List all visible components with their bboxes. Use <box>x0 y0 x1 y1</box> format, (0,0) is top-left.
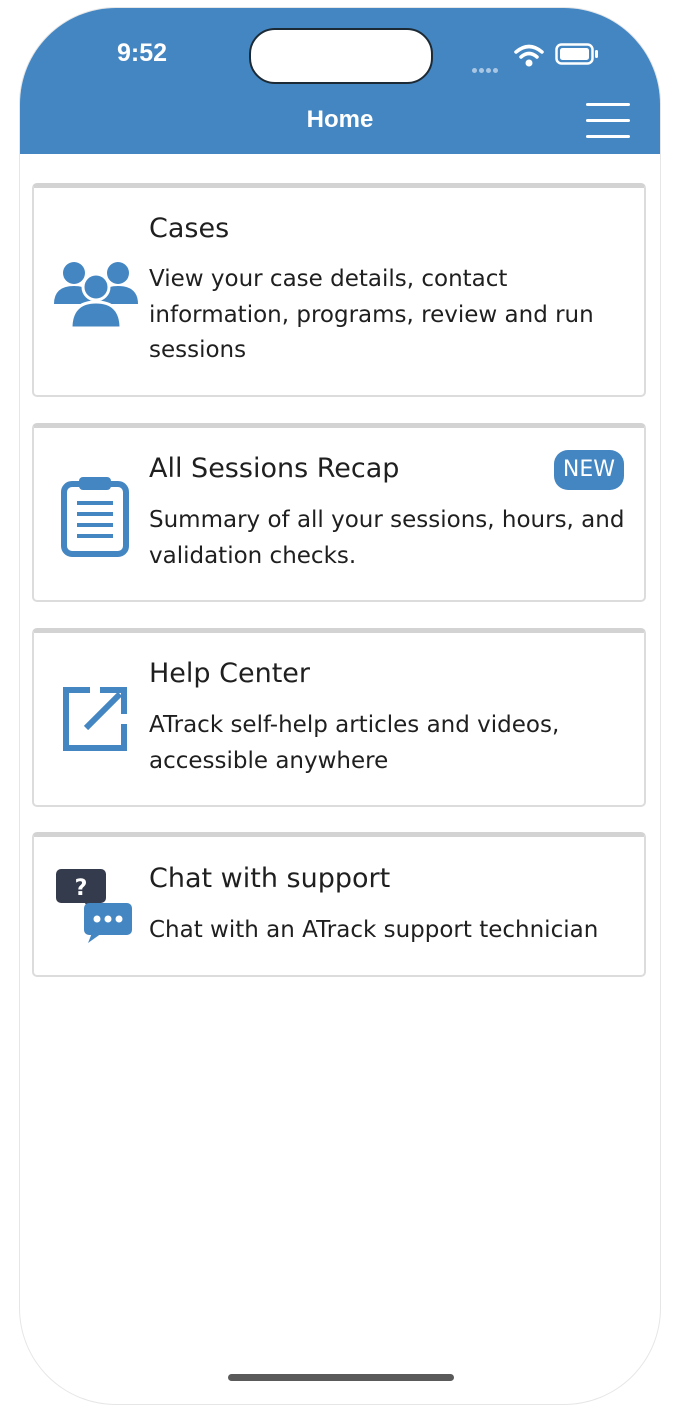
new-badge: NEW <box>553 450 624 490</box>
cases-card[interactable]: Cases View your case details, contact in… <box>32 183 646 397</box>
card-title: All Sessions Recap <box>149 453 400 484</box>
wifi-icon <box>514 44 544 72</box>
app-header: 9:52 Home <box>20 8 660 154</box>
phone-screen: 9:52 Home Cases View your case details, … <box>20 8 660 1404</box>
all-sessions-recap-card[interactable]: All Sessions Recap NEW Summary of all yo… <box>32 423 646 602</box>
card-description: Chat with an ATrack support technician <box>149 917 599 943</box>
card-title: Help Center <box>149 658 311 689</box>
dynamic-island <box>249 28 433 84</box>
users-icon <box>54 260 138 334</box>
svg-text:?: ? <box>75 876 88 901</box>
card-title: Cases <box>149 213 230 244</box>
card-title: Chat with support <box>149 863 391 894</box>
home-indicator[interactable] <box>228 1374 454 1381</box>
card-description: ATrack self-help articles and videos, ac… <box>149 712 560 774</box>
chat-support-card[interactable]: ? Chat with support Chat with an ATrack … <box>32 832 646 977</box>
hamburger-menu-button[interactable] <box>586 103 630 139</box>
status-time: 9:52 <box>116 39 168 67</box>
page-title: Home <box>306 106 374 133</box>
help-center-card[interactable]: Help Center ATrack self-help articles an… <box>32 628 646 807</box>
card-description: Summary of all your sessions, hours, and… <box>149 507 625 569</box>
battery-icon <box>555 43 599 69</box>
clipboard-icon <box>61 475 131 561</box>
card-description: View your case details, contact informat… <box>149 266 594 363</box>
cellular-signal-icon <box>472 58 500 77</box>
external-link-icon <box>62 686 128 756</box>
chat-support-icon: ? <box>54 867 134 951</box>
